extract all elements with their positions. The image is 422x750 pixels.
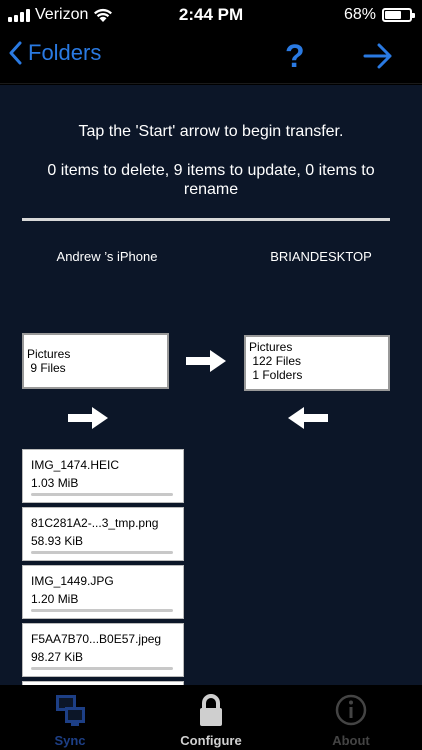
- file-item[interactable]: 81C281A2-...3_tmp.png 58.93 KiB: [22, 507, 184, 561]
- battery-level-fill: [385, 11, 401, 19]
- source-folder-name: Pictures: [27, 347, 71, 361]
- instruction-text: Tap the 'Start' arrow to begin transfer.: [78, 123, 344, 140]
- file-item[interactable]: F5AA7B70...B0E57.jpeg 98.27 KiB: [22, 623, 184, 677]
- file-progress-bar: [31, 667, 173, 670]
- file-size: 1.03 MiB: [31, 476, 79, 490]
- file-name: IMG_1474.HEIC: [31, 458, 120, 472]
- navigation-bar: Folders ?: [0, 30, 422, 84]
- source-folder-box[interactable]: Pictures 9 Files: [22, 333, 169, 389]
- upload-arrow-icon: [68, 407, 108, 429]
- battery-icon: [382, 8, 415, 22]
- file-name: 81C281A2-...3_tmp.png: [31, 516, 159, 530]
- tab-configure-label: Configure: [180, 733, 242, 748]
- destination-folder-box[interactable]: Pictures 122 Files 1 Folders: [244, 335, 390, 391]
- chevron-left-icon: [9, 41, 22, 65]
- divider: [22, 218, 390, 221]
- file-transfer-list[interactable]: IMG_1474.HEIC 1.03 MiB 81C281A2-...3_tmp…: [22, 449, 184, 685]
- tab-sync[interactable]: Sync: [0, 693, 140, 748]
- help-button[interactable]: ?: [285, 38, 305, 75]
- file-progress-bar: [31, 609, 173, 612]
- file-item[interactable]: IMG_1474.HEIC 1.03 MiB: [22, 449, 184, 503]
- arrow-right-icon: [363, 43, 392, 69]
- tab-about[interactable]: About: [281, 693, 421, 748]
- computers-icon: [56, 695, 85, 726]
- file-item[interactable]: IMG_1449.JPG 1.20 MiB: [22, 565, 184, 619]
- file-size: 1.20 MiB: [31, 592, 79, 606]
- start-transfer-button[interactable]: [362, 42, 394, 75]
- tab-sync-label: Sync: [54, 733, 86, 748]
- lock-icon: [200, 694, 222, 726]
- source-device-label: Andrew ’s iPhone: [56, 249, 158, 264]
- file-name: IMG_1449.JPG: [31, 574, 114, 588]
- file-progress-bar: [31, 551, 173, 554]
- tab-about-label: About: [332, 733, 370, 748]
- file-progress-bar: [31, 493, 173, 496]
- info-icon: [335, 694, 367, 726]
- file-size: 98.27 KiB: [31, 650, 84, 664]
- back-button[interactable]: Folders: [8, 40, 101, 66]
- destination-folder-file-count: 122 Files: [249, 354, 302, 368]
- source-folder-file-count: 9 Files: [27, 361, 66, 375]
- tab-configure[interactable]: Configure: [141, 693, 281, 748]
- sync-panel: Tap the 'Start' arrow to begin transfer.…: [0, 85, 422, 685]
- status-right: 68%: [343, 6, 415, 24]
- destination-device-label: BRIANDESKTOP: [270, 249, 372, 264]
- download-arrow-icon: [288, 407, 328, 429]
- destination-folder-name: Pictures: [249, 340, 293, 354]
- file-size: 58.93 KiB: [31, 534, 84, 548]
- tab-bar: Sync Configure About: [0, 685, 422, 750]
- transfer-summary: 0 items to delete, 9 items to update, 0 …: [47, 162, 375, 198]
- back-button-label: Folders: [28, 40, 102, 65]
- transfer-direction-arrow-icon: [186, 350, 226, 372]
- destination-folder-folder-count: 1 Folders: [249, 368, 303, 382]
- file-name: F5AA7B70...B0E57.jpeg: [31, 632, 162, 646]
- battery-percent: 68%: [343, 6, 376, 23]
- status-bar: Verizon 2:44 PM 68%: [0, 0, 422, 30]
